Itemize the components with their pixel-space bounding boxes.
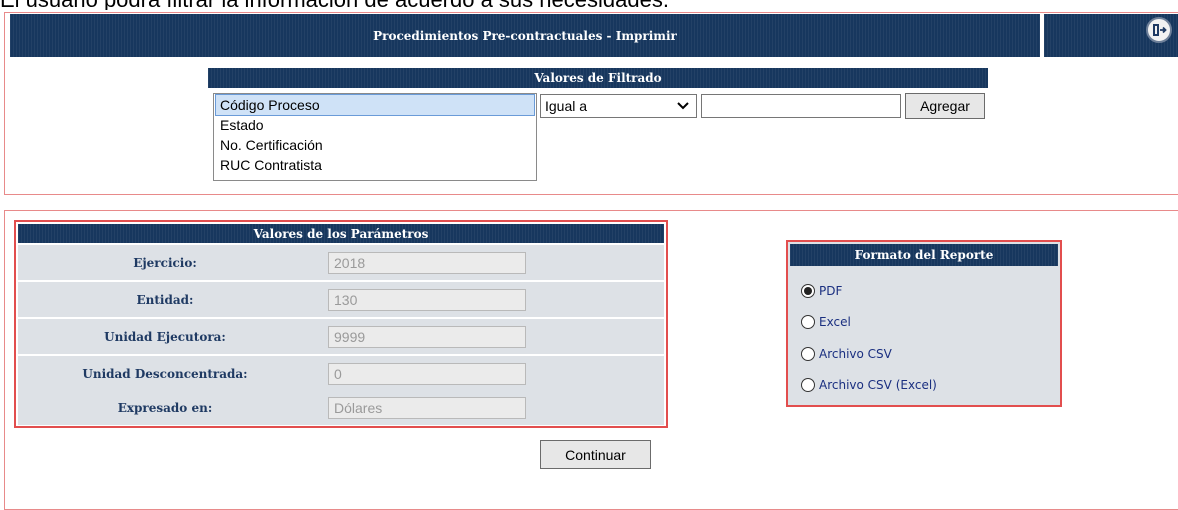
param-value-field: 0 xyxy=(328,363,526,385)
param-row-ejercicio: Ejercicio: 2018 xyxy=(18,245,664,280)
filter-field-option[interactable]: Código Proceso xyxy=(215,94,535,116)
param-label: Unidad Desconcentrada: xyxy=(82,366,248,381)
format-option-label: Archivo CSV (Excel) xyxy=(819,378,937,392)
format-option-label: PDF xyxy=(819,284,843,298)
param-value-field: 9999 xyxy=(328,326,526,348)
format-option-csv[interactable]: Archivo CSV xyxy=(801,345,892,363)
param-label: Ejercicio: xyxy=(133,255,197,270)
filter-section-header: Valores de Filtrado xyxy=(208,68,988,88)
radio-button[interactable] xyxy=(801,284,815,298)
radio-button[interactable] xyxy=(801,347,815,361)
param-row-expresado-en: Expresado en: Dólares xyxy=(18,390,664,425)
chevron-down-icon xyxy=(676,98,690,115)
param-value-field: Dólares xyxy=(328,397,526,419)
param-value-field: 130 xyxy=(328,289,526,311)
filter-field-option[interactable]: No. Certificación xyxy=(216,135,534,155)
filter-value-input[interactable] xyxy=(701,94,901,118)
caption-text: El usuario podrá filtrar la información … xyxy=(0,0,1178,10)
report-format-header: Formato del Reporte xyxy=(790,244,1058,266)
condition-select[interactable]: Igual a xyxy=(540,94,697,118)
report-format-title: Formato del Reporte xyxy=(854,248,994,262)
page-title: Procedimientos Pre-contractuales - Impri… xyxy=(373,28,677,43)
radio-button[interactable] xyxy=(801,315,815,329)
continue-label: Continuar xyxy=(565,446,626,463)
filter-section-title: Valores de Filtrado xyxy=(534,71,662,85)
format-option-label: Archivo CSV xyxy=(819,347,892,361)
continue-button[interactable]: Continuar xyxy=(540,440,651,469)
radio-button[interactable] xyxy=(801,378,815,392)
parameters-title: Valores de los Parámetros xyxy=(253,226,429,241)
param-row-entidad: Entidad: 130 xyxy=(18,282,664,317)
format-option-excel[interactable]: Excel xyxy=(801,313,851,331)
add-filter-button[interactable]: Agregar xyxy=(905,93,985,119)
filter-field-list[interactable]: Código Proceso Estado No. Certificación … xyxy=(213,93,537,181)
param-label: Unidad Ejecutora: xyxy=(104,329,226,344)
parameters-header: Valores de los Parámetros xyxy=(18,224,664,243)
format-option-csv-excel[interactable]: Archivo CSV (Excel) xyxy=(801,376,937,394)
param-label: Entidad: xyxy=(136,292,194,307)
param-row-unidad-ejecutora: Unidad Ejecutora: 9999 xyxy=(18,319,664,354)
exit-button[interactable] xyxy=(1146,17,1172,43)
param-value-field: 2018 xyxy=(328,252,526,274)
page-title-bar: Procedimientos Pre-contractuales - Impri… xyxy=(10,14,1040,57)
format-option-pdf[interactable]: PDF xyxy=(801,282,842,300)
filter-field-option[interactable]: RUC Contratista xyxy=(216,155,534,175)
add-filter-label: Agregar xyxy=(920,98,970,114)
format-option-label: Excel xyxy=(819,315,851,329)
exit-icon xyxy=(1153,24,1167,36)
param-label: Expresado en: xyxy=(117,400,213,415)
param-row-unidad-desconcentrada: Unidad Desconcentrada: 0 xyxy=(18,356,664,391)
filter-field-option[interactable]: Estado xyxy=(216,115,534,135)
condition-select-value: Igual a xyxy=(545,98,588,114)
